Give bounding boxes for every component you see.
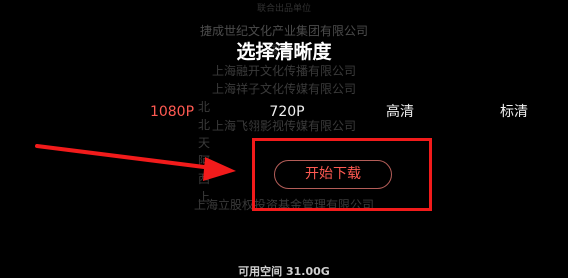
- dialog-title: 选择清晰度: [236, 41, 332, 63]
- start-download-button[interactable]: 开始下载: [274, 160, 392, 189]
- quality-option-hd[interactable]: 高清: [386, 103, 414, 121]
- quality-option-720p[interactable]: 720P: [269, 103, 304, 121]
- quality-option-sd[interactable]: 标清: [500, 103, 528, 121]
- quality-dialog: 选择清晰度 1080P 720P 高清 标清 开始下载 可用空间 31.00G: [0, 0, 568, 278]
- available-space-text: 可用空间 31.00G: [238, 265, 330, 278]
- quality-option-1080p[interactable]: 1080P: [150, 103, 194, 121]
